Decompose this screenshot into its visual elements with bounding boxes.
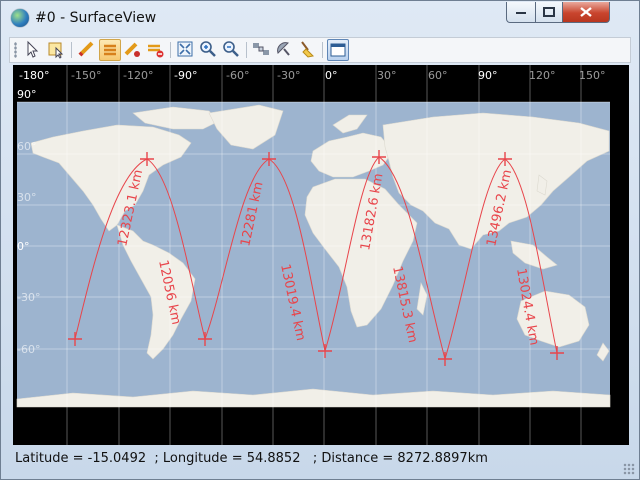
measure-distance-icon	[124, 42, 140, 57]
close-button[interactable]	[562, 2, 610, 23]
surface-map[interactable]: -180° -150° -120° -90° -60° -30° 0° 30° …	[13, 65, 629, 445]
maximize-icon	[543, 7, 555, 17]
select-tool-button[interactable]	[22, 39, 44, 61]
broom-clear-icon	[301, 41, 315, 58]
select-region-icon	[48, 42, 64, 59]
lon-tick-minus150: -150°	[71, 69, 101, 82]
lon-tick-60: 60°	[428, 69, 448, 82]
distance-readout: ; Distance = 8272.8897km	[312, 451, 488, 466]
maximize-button[interactable]	[535, 2, 563, 23]
resize-grip[interactable]	[623, 463, 635, 475]
lon-tick-minus90: -90°	[174, 69, 197, 82]
window-title: #0 - SurfaceView	[35, 10, 157, 26]
lon-tick-minus60: -60°	[226, 69, 249, 82]
antenna-button[interactable]	[274, 39, 296, 61]
select-region-button[interactable]	[46, 39, 68, 61]
lon-tick-30: 30°	[377, 69, 397, 82]
zoom-in-button[interactable]	[198, 39, 220, 61]
lat-tick-60: 60°	[17, 140, 37, 153]
toolbar-separator	[170, 42, 171, 58]
toolbar-grip[interactable]	[14, 42, 17, 58]
measure-path-icon	[104, 44, 116, 56]
lat-tick-minus30: -30°	[17, 291, 40, 304]
zoom-extent-button[interactable]	[175, 39, 197, 61]
minimize-button[interactable]	[506, 2, 536, 23]
toolbar-separator	[71, 42, 72, 58]
zoom-out-button[interactable]	[221, 39, 243, 61]
select-arrow-icon	[27, 40, 39, 58]
lat-tick-0: 0°	[17, 240, 30, 253]
clear-button[interactable]	[297, 39, 319, 61]
lon-tick-minus120: -120°	[123, 69, 153, 82]
satellite-button[interactable]	[251, 39, 273, 61]
globe-icon	[11, 9, 29, 27]
antenna-icon	[277, 42, 290, 56]
latitude-readout: Latitude = -15.0492	[15, 451, 147, 466]
clear-measure-button[interactable]	[145, 39, 167, 61]
status-bar: Latitude = -15.0492 ; Longitude = 54.885…	[15, 451, 488, 466]
lon-tick-minus180: -180°	[19, 69, 49, 82]
window-layout-button[interactable]	[327, 39, 349, 61]
map-imagery	[16, 65, 611, 445]
surfaceview-window: #0 - SurfaceView -180° -150° -120° -90° …	[0, 0, 640, 480]
longitude-readout: ; Longitude = 54.8852	[154, 451, 301, 466]
toolbar-separator	[246, 42, 247, 58]
window-layout-icon	[330, 43, 346, 57]
lon-tick-150: 150°	[579, 69, 606, 82]
lat-tick-30: 30°	[17, 191, 37, 204]
lat-tick-minus60: -60°	[17, 343, 40, 356]
title-bar[interactable]: #0 - SurfaceView	[1, 1, 639, 35]
lon-tick-90: 90°	[478, 69, 498, 82]
zoom-out-icon	[223, 41, 239, 57]
measure-distance-button[interactable]	[122, 39, 144, 61]
toolbar-separator	[322, 42, 323, 58]
map-canvas[interactable]: -180° -150° -120° -90° -60° -30° 0° 30° …	[13, 65, 629, 445]
satellite-icon	[253, 43, 269, 55]
lon-tick-120: 120°	[529, 69, 556, 82]
clear-measure-icon	[148, 44, 164, 58]
lon-tick-minus30: -30°	[277, 69, 300, 82]
lon-tick-0: 0°	[325, 69, 338, 82]
measure-line-icon	[78, 41, 94, 57]
toolbar	[9, 37, 631, 63]
zoom-in-icon	[200, 41, 216, 57]
measure-path-button[interactable]	[99, 39, 121, 61]
lat-tick-90: 90°	[17, 88, 37, 101]
minimize-icon	[516, 12, 526, 14]
close-icon	[580, 7, 592, 17]
zoom-extent-icon	[177, 41, 193, 57]
measure-line-button[interactable]	[76, 39, 98, 61]
